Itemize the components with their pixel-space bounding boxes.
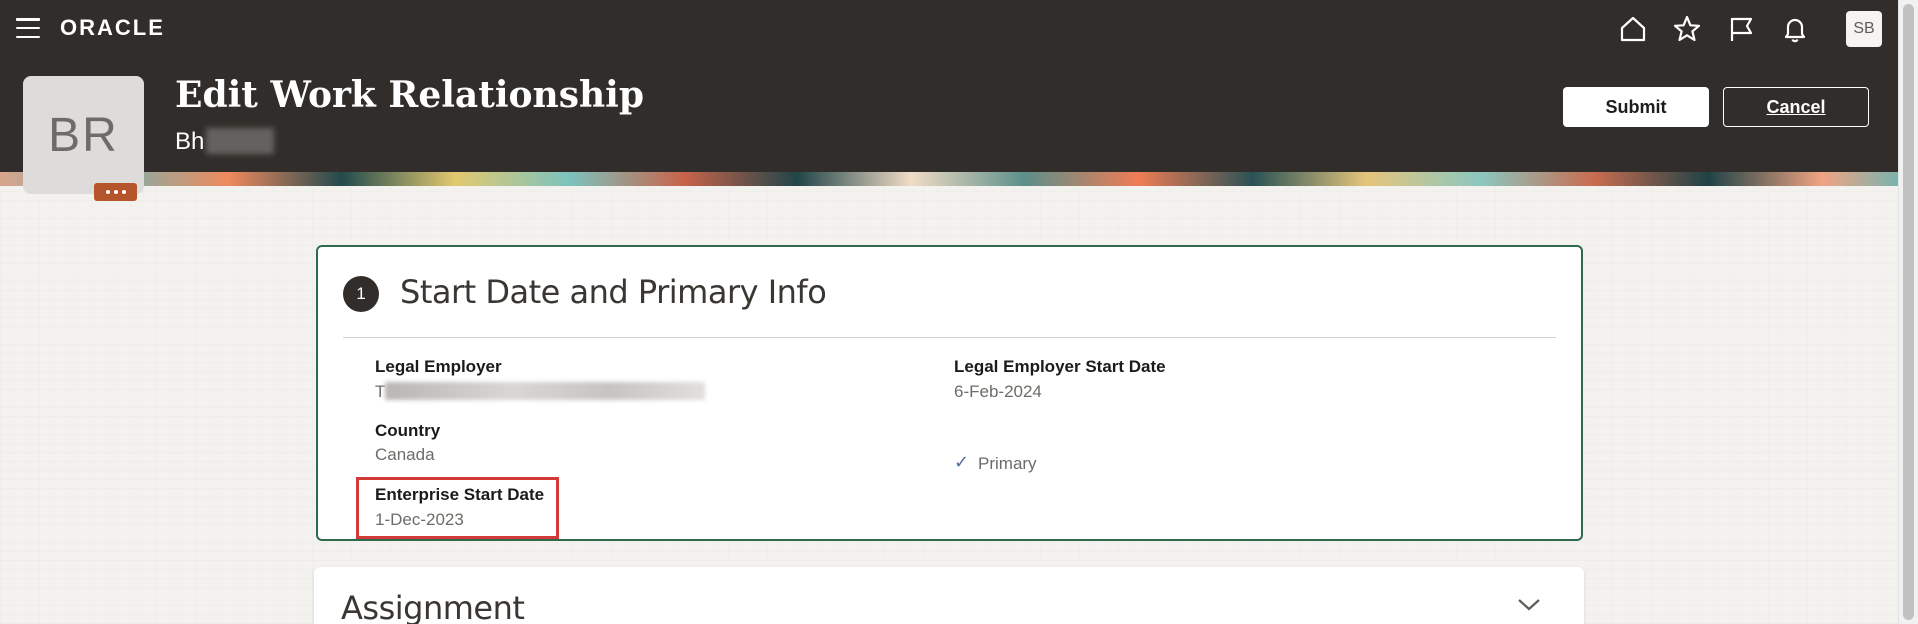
- global-header: ORACLE SB Edit Work Relationship Bh Subm…: [0, 0, 1898, 172]
- legal-employer-start-date-value: 6-Feb-2024: [954, 382, 1042, 401]
- decorative-banner: [0, 172, 1898, 186]
- favorites-star-icon[interactable]: [1672, 14, 1702, 44]
- legal-employer-value-text: T: [375, 382, 386, 401]
- person-name-text: Bh: [175, 128, 205, 155]
- page-scrollbar[interactable]: [1898, 0, 1918, 624]
- primary-check-icon: ✓: [954, 452, 970, 472]
- legal-employer-value: T: [375, 382, 706, 402]
- menu-hamburger-icon[interactable]: [16, 18, 40, 38]
- start-date-primary-info-section: 1 Start Date and Primary Info Legal Empl…: [316, 245, 1583, 541]
- legal-employer-label: Legal Employer: [375, 357, 502, 376]
- notifications-bell-icon[interactable]: [1780, 14, 1810, 44]
- flag-icon[interactable]: [1726, 14, 1756, 44]
- page-title: Edit Work Relationship: [175, 74, 645, 116]
- country-value: Canada: [375, 445, 435, 464]
- person-name: Bh: [175, 128, 275, 156]
- cancel-button[interactable]: Cancel: [1723, 87, 1869, 127]
- submit-button[interactable]: Submit: [1563, 87, 1709, 127]
- country-label: Country: [375, 421, 441, 440]
- cancel-button-label: Cancel: [1766, 96, 1826, 117]
- assignment-title: Assignment: [341, 589, 525, 624]
- enterprise-start-date-label: Enterprise Start Date: [375, 485, 545, 504]
- step-number-badge: 1: [343, 276, 379, 312]
- scrollbar-thumb[interactable]: [1903, 4, 1914, 620]
- redacted-name: [206, 128, 275, 154]
- oracle-logo: ORACLE: [60, 15, 165, 40]
- submit-button-label: Submit: [1605, 96, 1667, 117]
- enterprise-start-date-value: 1-Dec-2023: [375, 510, 464, 529]
- chevron-down-icon[interactable]: [1514, 593, 1544, 617]
- section-title: Start Date and Primary Info: [400, 273, 827, 311]
- person-avatar: BR: [23, 76, 144, 194]
- avatar-initials: BR: [48, 108, 119, 162]
- avatar-more-actions-button[interactable]: [94, 183, 137, 201]
- primary-label: Primary: [978, 454, 1037, 473]
- user-avatar-button[interactable]: SB: [1846, 11, 1882, 47]
- assignment-section[interactable]: Assignment: [314, 567, 1584, 624]
- home-icon[interactable]: [1618, 14, 1648, 44]
- legal-employer-start-date-label: Legal Employer Start Date: [954, 357, 1166, 376]
- redacted-employer: [385, 382, 706, 400]
- section-divider: [343, 337, 1556, 338]
